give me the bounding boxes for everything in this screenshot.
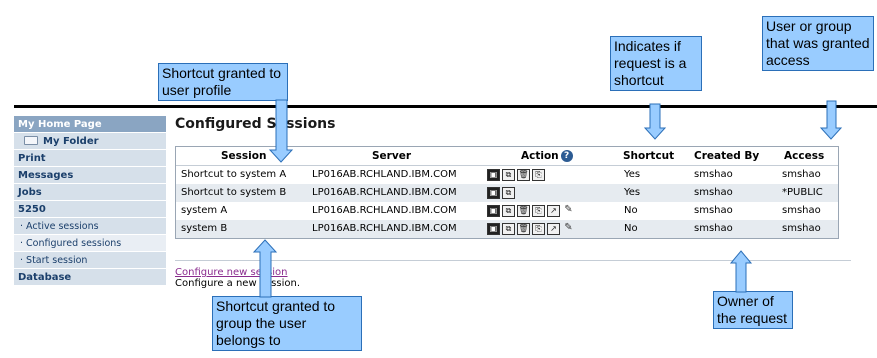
arrow-down-icon — [819, 100, 843, 140]
arrow-down-icon — [643, 103, 667, 140]
arrow-up-icon — [729, 250, 753, 293]
callout-arrows — [252, 99, 843, 298]
arrow-up-icon — [252, 239, 278, 298]
arrow-down-icon — [268, 99, 294, 163]
